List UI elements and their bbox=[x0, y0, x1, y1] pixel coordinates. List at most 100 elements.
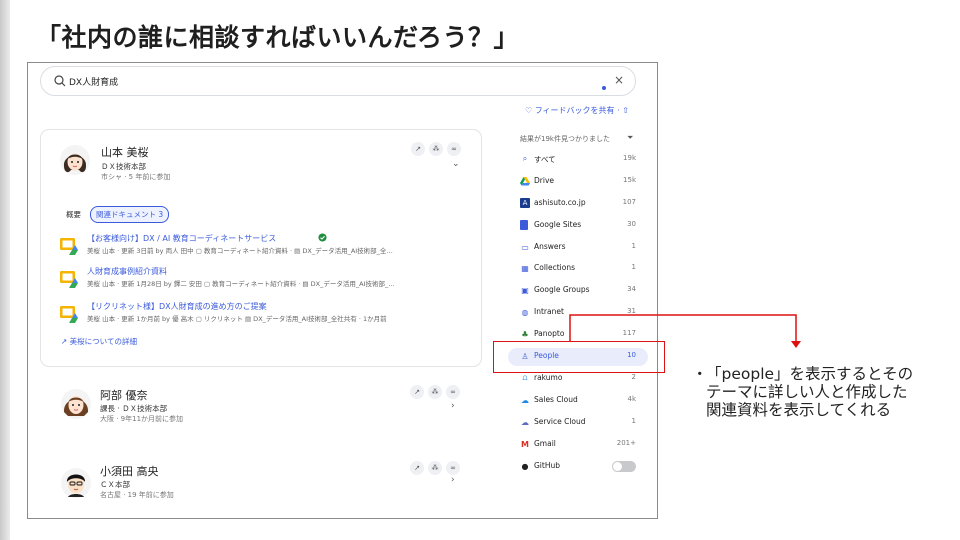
org-chart-icon[interactable]: ⁂ bbox=[428, 385, 442, 399]
source-count: 30 bbox=[627, 220, 636, 228]
source-count: 15k bbox=[623, 176, 636, 184]
source-label: すべて bbox=[534, 155, 556, 164]
site-icon: A bbox=[520, 198, 530, 208]
source-filter-github[interactable]: ● GitHub bbox=[508, 458, 648, 476]
tab-overview[interactable]: 概要 bbox=[61, 207, 86, 222]
source-filter-google-groups[interactable]: ▣ Google Groups 34 bbox=[508, 282, 648, 300]
source-filter-gmail[interactable]: M Gmail 201+ bbox=[508, 436, 648, 454]
avatar bbox=[61, 468, 91, 498]
service-cloud-icon: ☁ bbox=[521, 417, 529, 427]
result-count: 結果が19k件見つかりました bbox=[520, 135, 610, 143]
source-label: Google Groups bbox=[534, 285, 590, 294]
arrow-up-right-icon: ↗ bbox=[61, 337, 70, 346]
source-count: 1 bbox=[631, 417, 636, 425]
source-label: Sales Cloud bbox=[534, 395, 578, 404]
source-filter-service-cloud[interactable]: ☁ Service Cloud 1 bbox=[508, 414, 648, 432]
source-count: 2 bbox=[631, 373, 636, 381]
search-icon bbox=[54, 75, 66, 87]
slide-title: 「社内の誰に相談すればいいんだろう？」 bbox=[36, 23, 520, 52]
source-count: 34 bbox=[627, 285, 636, 293]
source-count: 107 bbox=[622, 198, 636, 206]
search-input[interactable] bbox=[69, 72, 589, 90]
person-name[interactable]: 小須田 高央 bbox=[100, 463, 159, 479]
source-count: 19k bbox=[623, 154, 636, 162]
sales-cloud-icon: ☁ bbox=[521, 395, 529, 405]
person-department: ＤＸ技術本部 bbox=[101, 162, 146, 171]
org-chart-icon[interactable]: ⁂ bbox=[429, 142, 443, 156]
person-meta: 市シャ · 5 年前に参加 bbox=[101, 173, 171, 181]
filter-icon[interactable]: ⏷ bbox=[627, 133, 633, 143]
drive-icon bbox=[520, 177, 530, 186]
source-filter-sales-cloud[interactable]: ☁ Sales Cloud 4k bbox=[508, 392, 648, 410]
source-filter-all[interactable]: ⌕ すべて 19k bbox=[508, 151, 648, 169]
slide-side-band bbox=[0, 0, 10, 540]
document-title[interactable]: 人財育成事例紹介資料 bbox=[87, 266, 167, 277]
source-filter-collections[interactable]: ▦ Collections 1 bbox=[508, 260, 648, 278]
open-icon[interactable]: ↗ bbox=[410, 385, 424, 399]
clear-search-icon[interactable]: × bbox=[614, 73, 624, 87]
person-card[interactable]: 山本 美桜 ＤＸ技術本部 市シャ · 5 年前に参加 ↗ ⁂ ∞ ⌄ 概要 関連… bbox=[40, 129, 482, 367]
source-filter-drive[interactable]: Drive 15k bbox=[508, 173, 648, 191]
chevron-right-icon[interactable]: › bbox=[451, 401, 455, 411]
github-toggle[interactable] bbox=[612, 461, 636, 472]
source-filter-ashisuto[interactable]: A ashisuto.co.jp 107 bbox=[508, 195, 648, 213]
google-groups-icon: ▣ bbox=[521, 285, 529, 295]
source-label: Collections bbox=[534, 263, 576, 272]
panopto-icon: ♣ bbox=[521, 329, 529, 339]
slides-drive-icon bbox=[60, 306, 78, 323]
screenshot-frame: × ♡ フィードバックを共有 · ⇧ 山本 美桜 ＤＸ技術本部 市シャ · 5 … bbox=[27, 62, 658, 519]
org-chart-icon[interactable]: ⁂ bbox=[428, 461, 442, 475]
github-icon: ● bbox=[521, 461, 529, 471]
loading-dot bbox=[602, 86, 606, 90]
source-label: Gmail bbox=[534, 439, 556, 448]
search-bar[interactable]: × bbox=[40, 66, 636, 96]
person-row[interactable]: 小須田 高央 ＣＸ本部 名古屋 · 19 年前に参加 ↗ ⁂ ∞ › bbox=[40, 455, 482, 518]
source-count: 1 bbox=[631, 263, 636, 271]
feedback-link[interactable]: ♡ フィードバックを共有 · ⇧ bbox=[525, 105, 629, 116]
heart-icon: ♡ bbox=[525, 106, 533, 115]
person-meta: 名古屋 · 19 年前に参加 bbox=[100, 491, 174, 499]
link-icon[interactable]: ∞ bbox=[446, 461, 460, 475]
search-icon: ⌕ bbox=[522, 154, 528, 163]
document-title[interactable]: 【リクリネット様】DX人財育成の進め方のご提案 bbox=[87, 301, 267, 312]
source-filter-answers[interactable]: ▭ Answers 1 bbox=[508, 239, 648, 257]
more-about-person-link[interactable]: ↗ 美桜についての詳細 bbox=[61, 336, 137, 347]
document-meta: 美桜 山本 · 更新 1月28日 by 鐸二 安田 ▢ 教育コーディネート紹介資… bbox=[87, 280, 395, 288]
tab-related-documents[interactable]: 関連ドキュメント 3 bbox=[90, 206, 170, 223]
verified-icon bbox=[318, 233, 327, 242]
document-item[interactable]: 【リクリネット様】DX人財育成の進め方のご提案 美桜 山本 · 更新 1か月前 … bbox=[59, 300, 469, 326]
link-icon[interactable]: ∞ bbox=[446, 385, 460, 399]
document-item[interactable]: 人財育成事例紹介資料 美桜 山本 · 更新 1月28日 by 鐸二 安田 ▢ 教… bbox=[59, 265, 469, 291]
answers-icon: ▭ bbox=[521, 242, 529, 252]
slides-drive-icon bbox=[60, 271, 78, 288]
person-name[interactable]: 阿部 優奈 bbox=[100, 387, 148, 403]
chevron-down-icon[interactable]: ⌄ bbox=[452, 159, 460, 169]
callout-arrow bbox=[569, 314, 801, 348]
person-tabs: 概要 関連ドキュメント 3 bbox=[61, 206, 170, 223]
source-label: ashisuto.co.jp bbox=[534, 198, 586, 207]
feedback-label: フィードバックを共有 bbox=[534, 106, 615, 115]
source-filter-google-sites[interactable]: Google Sites 30 bbox=[508, 217, 648, 235]
person-actions: ↗ ⁂ ∞ bbox=[410, 385, 460, 399]
source-label: GitHub bbox=[534, 461, 560, 470]
source-count: 201+ bbox=[616, 439, 636, 447]
more-label: 美桜についての詳細 bbox=[69, 337, 137, 346]
rakumo-icon: ⩍ bbox=[522, 373, 528, 382]
gmail-icon: M bbox=[521, 439, 529, 449]
document-title[interactable]: 【お客様向け】DX / AI 教育コーディネートサービス bbox=[87, 233, 276, 244]
document-item[interactable]: 【お客様向け】DX / AI 教育コーディネートサービス 美桜 山本 · 更新 … bbox=[59, 232, 469, 258]
chevron-right-icon[interactable]: › bbox=[451, 475, 455, 485]
source-count: 1 bbox=[631, 242, 636, 250]
google-sites-icon bbox=[520, 220, 528, 230]
source-count: 4k bbox=[627, 395, 636, 403]
open-icon[interactable]: ↗ bbox=[411, 142, 425, 156]
link-icon[interactable]: ∞ bbox=[447, 142, 461, 156]
source-label: Answers bbox=[534, 242, 566, 251]
person-name[interactable]: 山本 美桜 bbox=[101, 144, 149, 160]
callout-text: 「people」を表示するとそのテーマに詳しい人と作成した関連資料を表示してくれ… bbox=[706, 365, 914, 419]
collections-icon: ▦ bbox=[521, 263, 529, 273]
person-actions: ↗ ⁂ ∞ bbox=[411, 142, 461, 156]
open-icon[interactable]: ↗ bbox=[410, 461, 424, 475]
share-icon[interactable]: ⇧ bbox=[622, 106, 629, 115]
person-row[interactable]: 阿部 優奈 課長 · ＤＸ技術本部 大阪 · 9年11か月前に参加 ↗ ⁂ ∞ … bbox=[40, 379, 482, 449]
